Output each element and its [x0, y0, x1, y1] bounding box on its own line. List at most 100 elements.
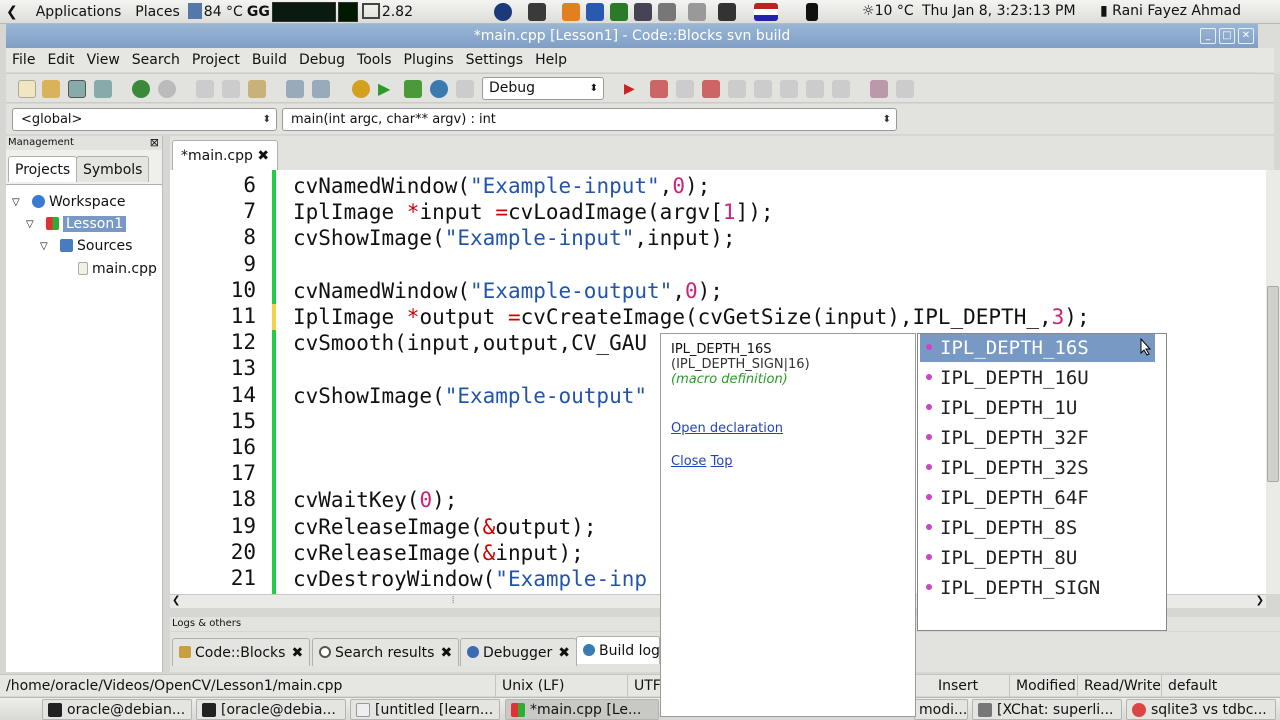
window-titlebar[interactable]: *main.cpp [Lesson1] - Code::Blocks svn b… — [6, 24, 1258, 48]
menu-edit[interactable]: Edit — [41, 52, 80, 68]
clock[interactable]: Thu Jan 8, 3:23:13 PM — [922, 3, 1076, 19]
autocomplete-item[interactable]: IPL_DEPTH_16U — [920, 364, 1155, 392]
close-icon[interactable]: ✕ — [1238, 28, 1254, 44]
code-line[interactable]: cvNamedWindow("Example-input",0); — [293, 173, 710, 199]
open-declaration-link[interactable]: Open declaration — [671, 421, 783, 436]
log-tab-codeblocks[interactable]: Code::Blocks ✖ — [172, 638, 311, 666]
maximize-icon[interactable]: □ — [1219, 28, 1235, 44]
close-panel-icon[interactable]: ⊠ — [150, 136, 159, 150]
network-globe-icon[interactable] — [494, 3, 512, 21]
scroll-right-icon[interactable]: ❯ — [1256, 595, 1264, 606]
code-line[interactable]: cvWaitKey(0); — [293, 487, 457, 513]
new-file-icon[interactable] — [18, 80, 36, 98]
panel-arrow-icon[interactable]: ❮ — [6, 4, 18, 20]
replace-icon[interactable] — [312, 80, 330, 98]
autocomplete-item[interactable]: IPL_DEPTH_8U — [920, 544, 1155, 572]
build-target-select[interactable]: Debug ⬍ — [482, 77, 604, 100]
close-tab-icon[interactable]: ✖ — [558, 645, 570, 661]
bluetooth-icon[interactable] — [586, 3, 604, 21]
calendar-icon[interactable] — [634, 3, 652, 21]
paste-icon[interactable] — [248, 80, 266, 98]
info-icon[interactable] — [896, 80, 914, 98]
code-line[interactable]: cvDestroyWindow("Example-inp — [293, 566, 647, 592]
places-menu[interactable]: Places — [135, 4, 180, 20]
tree-project[interactable]: Lesson1 — [46, 214, 127, 234]
close-tab-icon[interactable]: ✖ — [440, 645, 452, 661]
undo-icon[interactable] — [132, 80, 150, 98]
task-editor[interactable]: [untitled [learn... — [350, 699, 500, 720]
step-out-icon[interactable] — [728, 80, 746, 98]
step-into-icon[interactable] — [702, 80, 720, 98]
code-line[interactable]: cvShowImage("Example-output" — [293, 383, 647, 409]
autocomplete-item[interactable]: IPL_DEPTH_1U — [920, 394, 1155, 422]
step-into-instruction-icon[interactable] — [780, 80, 798, 98]
bluetooth-status-icon[interactable] — [806, 3, 818, 21]
menu-tools[interactable]: Tools — [351, 52, 398, 68]
scroll-grip-icon[interactable]: ⦙ — [452, 595, 454, 606]
autocomplete-item[interactable]: IPL_DEPTH_32F — [920, 424, 1155, 452]
close-link[interactable]: Close — [671, 454, 706, 469]
tab-main-cpp[interactable]: *main.cpp ✖ — [172, 140, 279, 170]
stop-debug-icon[interactable] — [832, 80, 850, 98]
redo-icon[interactable] — [158, 80, 176, 98]
menu-search[interactable]: Search — [126, 52, 186, 68]
find-icon[interactable] — [286, 80, 304, 98]
tools-icon[interactable] — [562, 3, 580, 21]
weather-indicator[interactable]: ☼10 °C — [862, 3, 914, 19]
minimize-icon[interactable]: _ — [1200, 28, 1216, 44]
autocomplete-list[interactable]: IPL_DEPTH_16S IPL_DEPTH_16U IPL_DEPTH_1U IP… — [917, 333, 1167, 631]
autocomplete-item[interactable]: IPL_DEPTH_64F — [920, 484, 1155, 512]
volume-icon[interactable] — [658, 3, 676, 21]
autocomplete-item[interactable]: IPL_DEPTH_16S — [920, 334, 1155, 362]
menu-build[interactable]: Build — [246, 52, 293, 68]
tree-file-main[interactable]: main.cpp — [78, 259, 157, 279]
log-tab-search-results[interactable]: Search results ✖ — [312, 638, 460, 666]
log-tab-debugger[interactable]: Debugger ✖ — [460, 638, 578, 666]
tab-projects[interactable]: Projects — [8, 156, 78, 182]
scroll-left-icon[interactable]: ❮ — [172, 595, 180, 606]
clipboard-icon[interactable] — [718, 3, 736, 21]
autocomplete-item[interactable]: IPL_DEPTH_32S — [920, 454, 1155, 482]
tree-workspace[interactable]: Workspace — [32, 192, 126, 212]
pause-icon[interactable] — [806, 80, 824, 98]
vertical-scrollbar[interactable] — [1266, 170, 1280, 594]
task-codeblocks[interactable]: *main.cpp [Le... — [505, 699, 659, 720]
menu-project[interactable]: Project — [186, 52, 246, 68]
build-and-run-icon[interactable] — [404, 80, 422, 98]
log-tab-build-log[interactable]: Build log — [576, 636, 660, 664]
autocomplete-item[interactable]: IPL_DEPTH_SIGN — [920, 574, 1155, 602]
debug-start-icon[interactable]: ▶ — [624, 80, 642, 98]
code-line[interactable]: cvShowImage("Example-input",input); — [293, 225, 736, 251]
close-tab-icon[interactable]: ✖ — [257, 148, 269, 164]
code-line[interactable]: cvNamedWindow("Example-output",0); — [293, 278, 723, 304]
user-menu[interactable]: ▮ Rani Fayez Ahmad — [1100, 3, 1241, 19]
code-line[interactable]: cvReleaseImage(&output); — [293, 514, 596, 540]
code-line[interactable]: cvSmooth(input,output,CV_GAU — [293, 330, 647, 356]
rebuild-icon[interactable] — [430, 80, 448, 98]
task-modi[interactable]: modi... — [914, 699, 968, 720]
next-line-icon[interactable] — [676, 80, 694, 98]
function-select[interactable]: main(int argc, char** argv) : int ⬍ — [282, 108, 897, 131]
keyboard-flag-icon[interactable] — [754, 3, 778, 21]
cut-icon[interactable] — [196, 80, 214, 98]
task-terminal-2[interactable]: [oracle@debia... — [196, 699, 346, 720]
code-line[interactable]: IplImage *output =cvCreateImage(cvGetSiz… — [293, 304, 1090, 330]
code-line[interactable]: IplImage *input =cvLoadImage(argv[1]); — [293, 199, 774, 225]
menu-file[interactable]: File — [6, 52, 41, 68]
network-signal-icon[interactable] — [610, 3, 628, 21]
scroll-thumb[interactable] — [1267, 286, 1279, 482]
expand-project-icon[interactable]: ▽ — [26, 215, 34, 235]
run-to-cursor-icon[interactable] — [650, 80, 668, 98]
abort-icon[interactable] — [456, 80, 474, 98]
menu-settings[interactable]: Settings — [460, 52, 529, 68]
autocomplete-item[interactable]: IPL_DEPTH_8S — [920, 514, 1155, 542]
expand-workspace-icon[interactable]: ▽ — [12, 193, 20, 213]
menu-debug[interactable]: Debug — [293, 52, 351, 68]
update-icon[interactable] — [688, 3, 706, 21]
open-file-icon[interactable] — [42, 80, 60, 98]
task-xchat[interactable]: [XChat: superli... — [972, 699, 1122, 720]
menu-help[interactable]: Help — [529, 52, 573, 68]
tree-sources[interactable]: Sources — [60, 236, 132, 256]
close-tab-icon[interactable]: ✖ — [291, 645, 303, 661]
code-line[interactable]: cvReleaseImage(&input); — [293, 540, 584, 566]
